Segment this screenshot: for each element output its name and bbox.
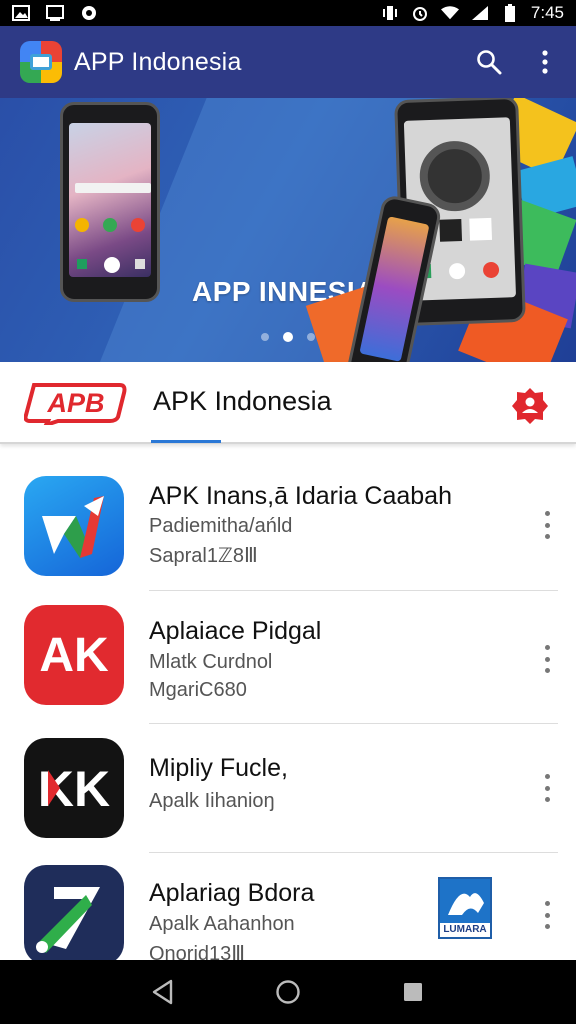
- red-ak-app-icon[interactable]: AK: [24, 605, 124, 705]
- recents-icon[interactable]: [396, 975, 430, 1009]
- app-subtitle: Apalk Aahanhon: [149, 913, 295, 935]
- apb-logo-text: APB: [46, 388, 104, 418]
- banner-phone-left: [60, 102, 160, 302]
- pager-dot-active[interactable]: [283, 332, 293, 342]
- app-title: APP Indonesia: [74, 47, 242, 76]
- wifi-icon: [440, 5, 459, 21]
- app-logo-icon: [20, 41, 62, 83]
- blue-arrow-app-icon[interactable]: [24, 476, 124, 576]
- status-bar: 7:45: [0, 0, 576, 26]
- nav-bar: [0, 960, 576, 1024]
- app-subtitle: Mlatk Curdnol: [149, 651, 273, 673]
- badge-icon[interactable]: [510, 386, 550, 424]
- navy-green-slash-app-icon[interactable]: [24, 865, 124, 965]
- more-vert-icon[interactable]: [530, 47, 560, 77]
- more-vert-icon[interactable]: [536, 641, 558, 677]
- image-icon: [12, 5, 30, 21]
- app-bar: APP Indonesia: [0, 26, 576, 98]
- screen-icon: [46, 5, 64, 21]
- lumara-badge-text: LUMARA: [443, 924, 487, 935]
- vibrate-icon: [381, 5, 399, 21]
- apb-logo: APB: [23, 379, 128, 429]
- pager-dot[interactable]: [307, 333, 315, 341]
- list-item[interactable]: KK Mipliy Fucle, Apalk Iihanioŋ: [0, 724, 576, 853]
- pager-dot[interactable]: [261, 333, 269, 341]
- app-meta: Sapral1ℤ8Ⅲ: [149, 545, 258, 567]
- alarm-icon: [411, 5, 429, 21]
- more-vert-icon[interactable]: [536, 507, 558, 543]
- more-vert-icon[interactable]: [536, 897, 558, 933]
- app-meta: MgariC680: [149, 679, 247, 701]
- list-item[interactable]: AK Aplaiace Pidgal Mlatk Curdnol MgariC6…: [0, 591, 576, 724]
- lumara-badge-icon[interactable]: LUMARA: [438, 877, 492, 939]
- ring-icon: [80, 5, 98, 21]
- home-icon[interactable]: [271, 975, 305, 1009]
- tab-strip: APB APK Indonesia: [0, 362, 576, 444]
- back-icon[interactable]: [146, 975, 180, 1009]
- list-item[interactable]: APK Inans,ā Idaria Caabah Padiemitha/ańl…: [0, 456, 576, 591]
- tab-title[interactable]: APK Indonesia: [153, 386, 332, 417]
- black-kk-app-icon[interactable]: KK: [24, 738, 124, 838]
- promo-banner[interactable]: APP INNESIA: [0, 98, 576, 362]
- battery-icon: [501, 4, 519, 22]
- svg-text:AK: AK: [39, 629, 109, 682]
- app-subtitle: Padiemitha/ańld: [149, 515, 293, 537]
- tab-indicator: [151, 440, 221, 443]
- list-item[interactable]: Aplariag Bdora Apalk Aahanhon Onorid13Ⅲ …: [0, 853, 576, 965]
- more-vert-icon[interactable]: [536, 770, 558, 806]
- app-title: Aplaiace Pidgal: [149, 617, 322, 645]
- app-subtitle: Apalk Iihanioŋ: [149, 790, 275, 812]
- app-title: Mipliy Fucle,: [149, 754, 288, 782]
- banner-pager: [0, 332, 576, 342]
- status-time: 7:45: [530, 3, 564, 22]
- app-title: APK Inans,ā Idaria Caabah: [149, 482, 452, 510]
- app-title: Aplariag Bdora: [149, 879, 315, 907]
- signal-icon: [471, 5, 489, 21]
- search-icon[interactable]: [474, 47, 504, 77]
